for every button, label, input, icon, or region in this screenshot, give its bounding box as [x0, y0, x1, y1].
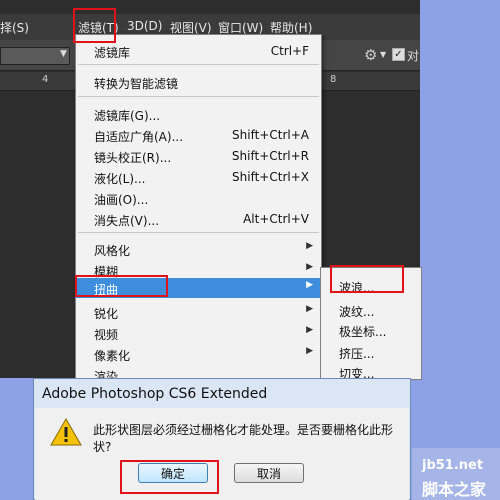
menu-item-convert-smart-filter[interactable]: 转换为智能滤镜: [76, 72, 321, 92]
menu-item-label: 锐化: [94, 307, 119, 321]
menu-item-label: 视频: [94, 328, 119, 342]
dialog-message: 此形状图层必须经过栅格化才能处理。是否要栅格化此形状?: [93, 423, 394, 454]
annotation-box-ok: [120, 460, 219, 494]
submenu-arrow-icon: ▶: [306, 325, 313, 335]
dialog-title: Adobe Photoshop CS6 Extended: [42, 386, 268, 402]
menu-item-shortcut: Alt+Ctrl+V: [243, 212, 309, 226]
menu-item-shortcut: Shift+Ctrl+A: [232, 128, 309, 142]
submenu-item-pinch[interactable]: 挤压...: [339, 345, 374, 362]
menu-item-label: 转换为智能滤镜: [94, 77, 179, 91]
menu-item-shortcut: Shift+Ctrl+X: [232, 170, 309, 184]
checkbox[interactable]: ✓: [392, 48, 405, 61]
submenu-arrow-icon: ▶: [306, 280, 313, 290]
menu-separator: [78, 96, 319, 97]
menu-item-label: 液化(L)...: [94, 172, 146, 186]
menu-item-label: 像素化: [94, 349, 131, 363]
menu-item-label: 镜头校正(R)...: [94, 151, 172, 165]
menu-item-filter-gallery[interactable]: 滤镜库(G)...: [76, 104, 321, 124]
submenu-arrow-icon: ▶: [306, 346, 313, 356]
annotation-box-filter-menu: [73, 8, 116, 43]
submenu-item-polar-coordinates[interactable]: 极坐标...: [339, 323, 386, 340]
menu-item-label: 滤镜库(G)...: [94, 109, 161, 123]
chevron-down-icon[interactable]: ▼: [60, 49, 67, 59]
annotation-box-distort: [75, 275, 168, 297]
watermark-url: jb51.net: [422, 458, 484, 473]
ruler-number: 8: [330, 74, 337, 85]
menu-item-sharpen[interactable]: 锐化 ▶: [76, 302, 321, 322]
menu-item-shortcut: Shift+Ctrl+R: [231, 149, 309, 163]
menu-item-pixelate[interactable]: 像素化 ▶: [76, 344, 321, 364]
rasterize-dialog: Adobe Photoshop CS6 Extended 此形状图层必须经过栅格…: [33, 378, 411, 500]
submenu-arrow-icon: ▶: [306, 304, 313, 314]
menu-item-vanishing-point[interactable]: 消失点(V)... Alt+Ctrl+V: [76, 209, 321, 229]
menu-item-label: 油画(O)...: [94, 193, 149, 207]
dialog-body: 此形状图层必须经过栅格化才能处理。是否要栅格化此形状? 确定 取消: [35, 408, 409, 500]
cancel-button[interactable]: 取消: [234, 463, 304, 483]
chevron-down-icon[interactable]: ▼: [380, 50, 386, 59]
gear-icon[interactable]: ⚙: [364, 46, 377, 64]
watermark-text: 脚本之家: [422, 480, 487, 499]
warning-icon: [50, 418, 82, 446]
menu-item-stylize[interactable]: 风格化 ▶: [76, 239, 321, 259]
menu-item-label: 风格化: [94, 244, 131, 258]
checkbox-label: 对: [407, 49, 420, 63]
menu-item-lens-correction[interactable]: 镜头校正(R)... Shift+Ctrl+R: [76, 146, 321, 166]
menu-item-label: 滤镜库: [94, 46, 131, 60]
menu-separator: [78, 64, 319, 65]
menu-select[interactable]: 择(S): [0, 19, 29, 36]
submenu-arrow-icon: ▶: [306, 262, 313, 272]
submenu-arrow-icon: ▶: [306, 241, 313, 251]
menu-item-video[interactable]: 视频 ▶: [76, 323, 321, 343]
menu-item-shortcut: Ctrl+F: [270, 44, 309, 58]
menu-item-adaptive-wide-angle[interactable]: 自适应广角(A)... Shift+Ctrl+A: [76, 125, 321, 145]
menu-separator: [78, 232, 319, 233]
annotation-box-wave: [330, 265, 404, 293]
menu-item-oil-paint[interactable]: 油画(O)...: [76, 188, 321, 208]
menu-3d[interactable]: 3D(D): [127, 19, 162, 33]
filter-menu: 滤镜库 Ctrl+F 转换为智能滤镜 滤镜库(G)... 自适应广角(A)...…: [75, 34, 322, 384]
submenu-item-ripple[interactable]: 波纹...: [339, 303, 374, 320]
menu-item-label: 自适应广角(A)...: [94, 130, 184, 144]
menu-item-liquify[interactable]: 液化(L)... Shift+Ctrl+X: [76, 167, 321, 187]
ruler-number: 4: [42, 74, 49, 85]
menu-item-filter-gallery-last[interactable]: 滤镜库 Ctrl+F: [76, 41, 321, 61]
menu-item-label: 消失点(V)...: [94, 214, 160, 228]
